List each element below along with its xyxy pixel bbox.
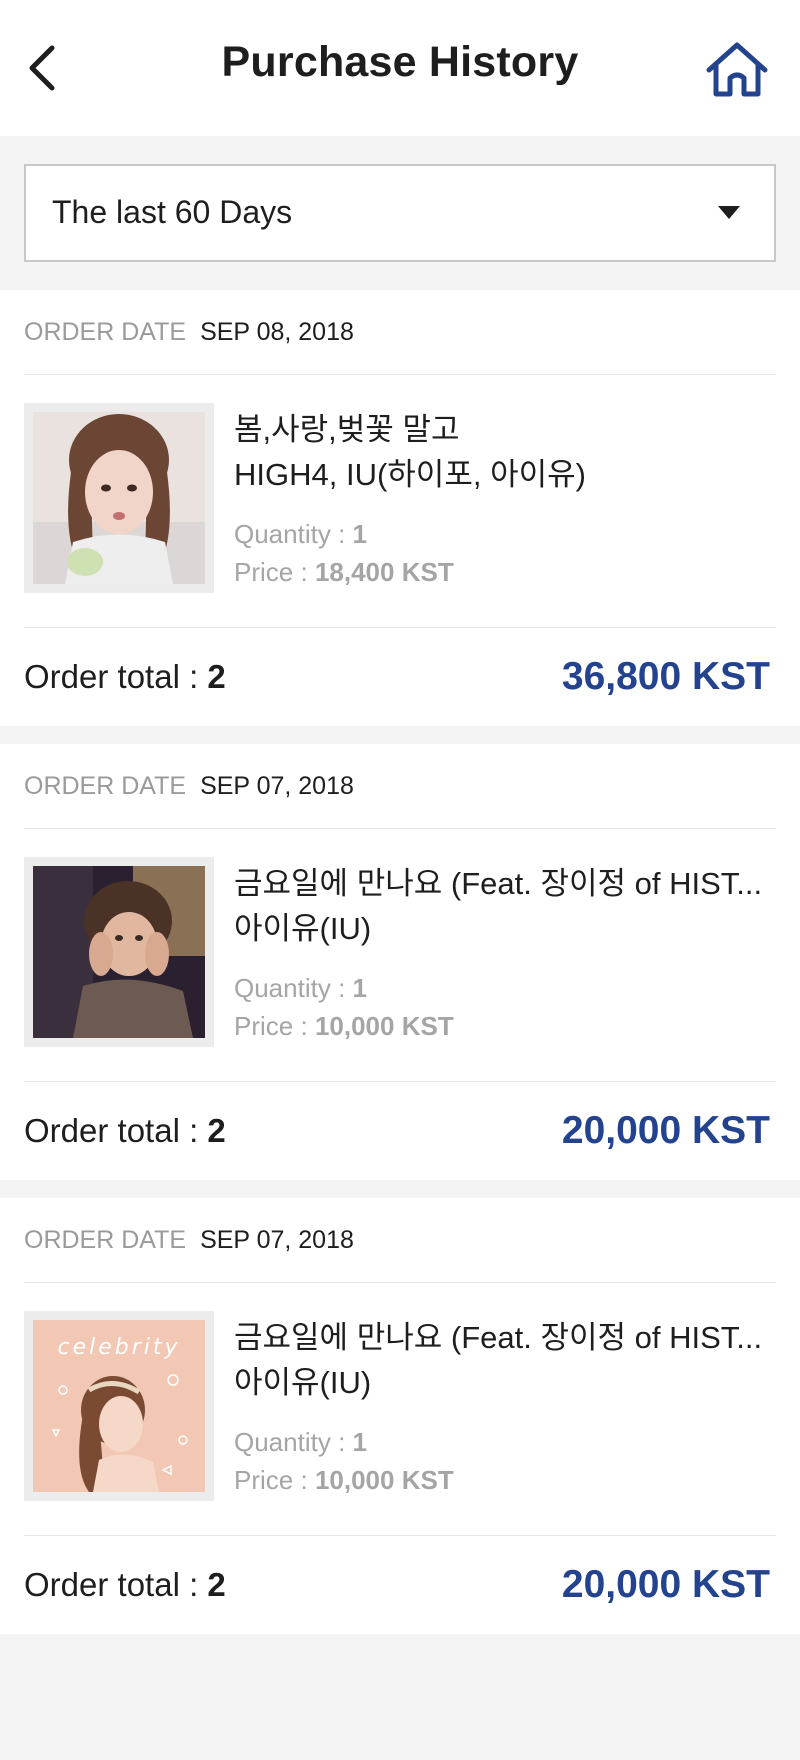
order-total-row: Order total : 2 20,000 KST <box>24 1082 776 1180</box>
song-artist: 아이유(IU) <box>234 1365 372 1400</box>
item-info: 금요일에 만나요 (Feat. 장이정 of HIST... 아이유(IU) Q… <box>234 857 762 1051</box>
price-label: Price <box>234 1011 294 1041</box>
order-total-row: Order total : 2 20,000 KST <box>24 1536 776 1634</box>
price-label: Price <box>234 557 294 587</box>
price-value: 18,400 KST <box>314 557 454 587</box>
order-total-price: 20,000 KST <box>561 1563 770 1606</box>
order-date-row: ORDER DATE SEP 07, 2018 <box>24 1198 776 1283</box>
album-cover: celebrity <box>24 1311 214 1501</box>
caret-down-icon <box>718 206 740 219</box>
separator: : <box>300 557 308 587</box>
album-cover-text: celebrity <box>57 1335 180 1360</box>
period-select-value: The last 60 Days <box>52 194 293 230</box>
separator: : <box>338 519 346 549</box>
order-total-text: Order total <box>24 1566 180 1603</box>
separator: : <box>338 973 346 1003</box>
order-total-text: Order total <box>24 658 180 695</box>
period-select[interactable]: The last 60 Days <box>24 164 776 262</box>
quantity-row: Quantity : 1 <box>234 969 762 1007</box>
order-total-count: 2 <box>207 658 226 695</box>
quantity-label: Quantity <box>234 1427 331 1457</box>
order-date-row: ORDER DATE SEP 07, 2018 <box>24 744 776 829</box>
song-title: 금요일에 만나요 (Feat. 장이정 of HIST... <box>234 866 763 901</box>
order-total-label: Order total : 2 <box>24 1566 226 1604</box>
album-cover <box>24 403 214 593</box>
quantity-value: 1 <box>352 519 367 549</box>
separator: : <box>300 1011 308 1041</box>
order-total-count: 2 <box>207 1112 226 1149</box>
price-row: Price : 10,000 KST <box>234 1461 762 1499</box>
order-date-label: ORDER DATE <box>24 771 187 800</box>
album-cover <box>24 857 214 1047</box>
home-icon <box>706 42 768 97</box>
item-info: 봄,사랑,벚꽃 말고 HIGH4, IU(하이포, 아이유) Quantity … <box>234 403 586 597</box>
separator: : <box>338 1427 346 1457</box>
quantity-label: Quantity <box>234 519 331 549</box>
separator: : <box>300 1465 308 1495</box>
order-total-price: 20,000 KST <box>561 1109 770 1152</box>
order-total-row: Order total : 2 36,800 KST <box>24 628 776 726</box>
separator: : <box>189 658 199 695</box>
page-title: Purchase History <box>221 38 579 86</box>
order-date-row: ORDER DATE SEP 08, 2018 <box>24 290 776 375</box>
song-artist: HIGH4, IU(하이포, 아이유) <box>234 457 586 492</box>
filter-section: The last 60 Days <box>0 136 800 290</box>
order-total-count: 2 <box>207 1566 226 1603</box>
song-title: 금요일에 만나요 (Feat. 장이정 of HIST... <box>234 1320 763 1355</box>
album-cover-image: celebrity <box>33 1320 205 1492</box>
price-label: Price <box>234 1465 294 1495</box>
separator: : <box>189 1566 199 1603</box>
order-card: ORDER DATE SEP 07, 2018 금요일에 만나요 (Feat. … <box>0 744 800 1180</box>
order-date-value: SEP 08, 2018 <box>200 317 354 346</box>
order-card: ORDER DATE SEP 07, 2018 celebrity 금요일에 만… <box>0 1198 800 1634</box>
order-date-value: SEP 07, 2018 <box>200 1225 354 1254</box>
home-button[interactable] <box>704 40 770 100</box>
quantity-label: Quantity <box>234 973 331 1003</box>
order-date-value: SEP 07, 2018 <box>200 771 354 800</box>
song-title: 봄,사랑,벚꽃 말고 <box>234 412 460 447</box>
price-row: Price : 18,400 KST <box>234 553 586 591</box>
album-cover-image <box>33 866 205 1038</box>
order-item[interactable]: 금요일에 만나요 (Feat. 장이정 of HIST... 아이유(IU) Q… <box>24 829 776 1082</box>
order-card: ORDER DATE SEP 08, 2018 봄,사랑,벚꽃 말고 HIGH4… <box>0 290 800 726</box>
order-date-label: ORDER DATE <box>24 1225 187 1254</box>
price-row: Price : 10,000 KST <box>234 1007 762 1045</box>
order-total-text: Order total <box>24 1112 180 1149</box>
app-header: Purchase History <box>0 0 800 136</box>
quantity-value: 1 <box>352 973 367 1003</box>
order-item[interactable]: 봄,사랑,벚꽃 말고 HIGH4, IU(하이포, 아이유) Quantity … <box>24 375 776 628</box>
quantity-value: 1 <box>352 1427 367 1457</box>
order-total-price: 36,800 KST <box>561 655 770 698</box>
song-artist: 아이유(IU) <box>234 911 372 946</box>
item-info: 금요일에 만나요 (Feat. 장이정 of HIST... 아이유(IU) Q… <box>234 1311 762 1505</box>
order-total-label: Order total : 2 <box>24 1112 226 1150</box>
price-value: 10,000 KST <box>314 1011 454 1041</box>
order-total-label: Order total : 2 <box>24 658 226 696</box>
separator: : <box>189 1112 199 1149</box>
album-cover-image <box>33 412 205 584</box>
price-value: 10,000 KST <box>314 1465 454 1495</box>
quantity-row: Quantity : 1 <box>234 1423 762 1461</box>
quantity-row: Quantity : 1 <box>234 515 586 553</box>
order-item[interactable]: celebrity 금요일에 만나요 (Feat. 장이정 of HIST...… <box>24 1283 776 1536</box>
order-date-label: ORDER DATE <box>24 317 187 346</box>
